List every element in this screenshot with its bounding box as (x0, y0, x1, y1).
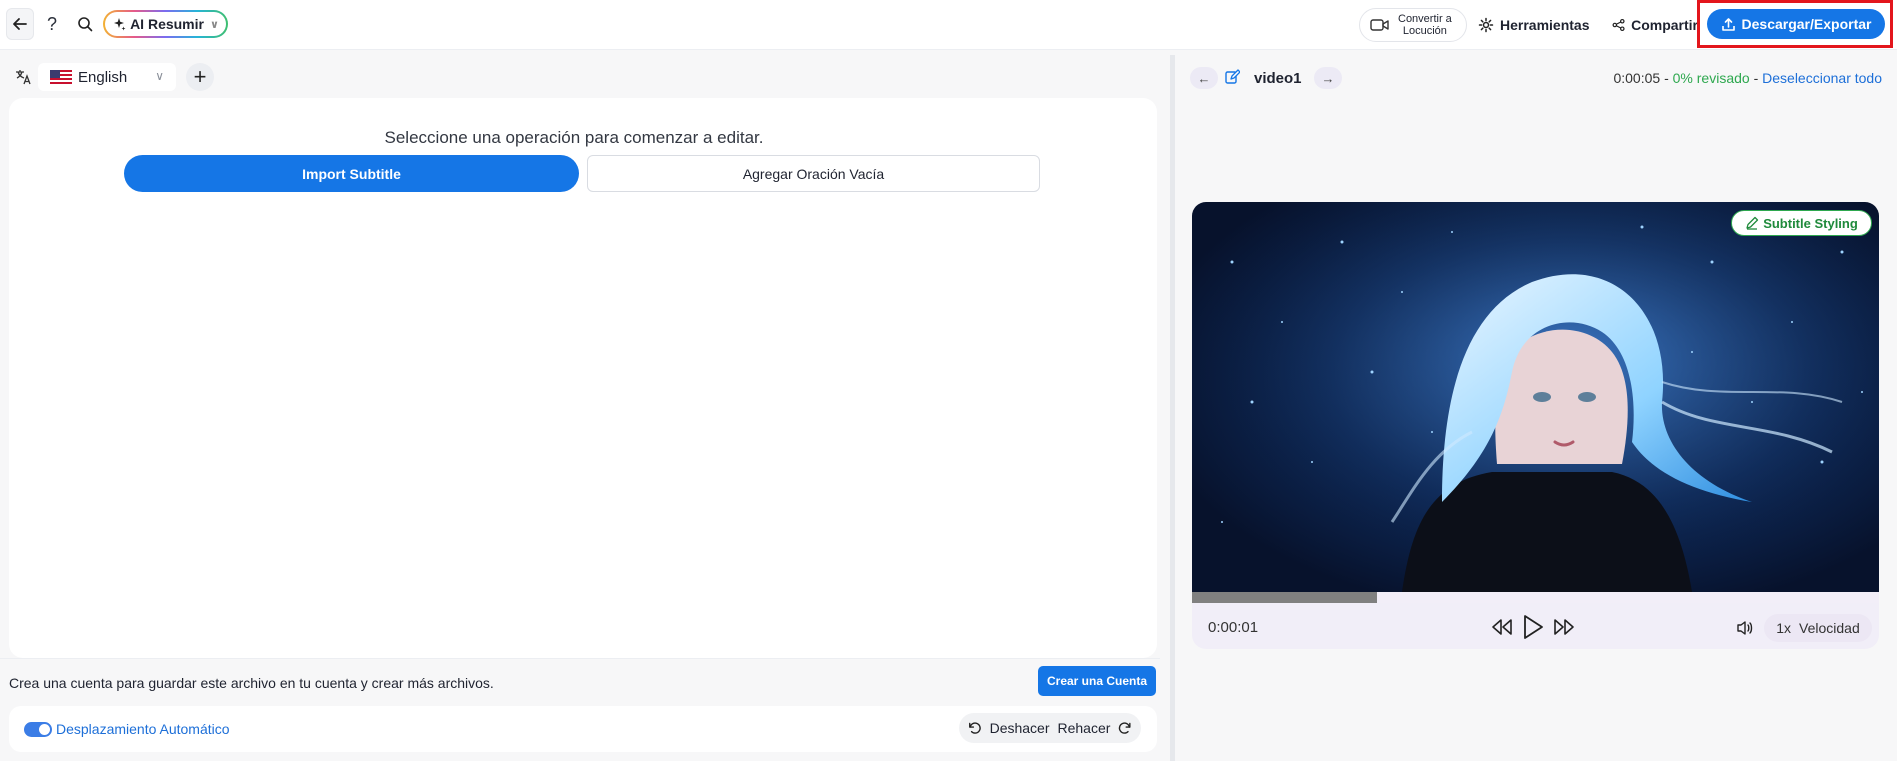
pencil-icon (1746, 216, 1759, 230)
video-progress-fill (1192, 592, 1378, 603)
subtitle-styling-button[interactable]: Subtitle Styling (1731, 210, 1872, 236)
search-button[interactable] (74, 12, 96, 36)
share-label: Compartir (1631, 17, 1698, 33)
volume-button[interactable] (1735, 618, 1755, 638)
undo-button[interactable]: Deshacer (990, 720, 1050, 736)
panel-divider[interactable] (1170, 55, 1175, 761)
undo-redo-group: Deshacer Rehacer (959, 713, 1141, 743)
chevron-down-icon: ∨ (209, 18, 219, 31)
language-selected: English (78, 68, 128, 86)
play-icon (1524, 615, 1543, 639)
rewind-button[interactable] (1490, 617, 1514, 637)
download-export-button[interactable]: Descargar/Exportar (1707, 9, 1885, 39)
volume-icon (1737, 621, 1753, 635)
us-flag-icon (50, 70, 72, 84)
fast-forward-button[interactable] (1552, 617, 1576, 637)
separator: - (1664, 70, 1669, 86)
autoscroll-toggle[interactable] (24, 722, 52, 737)
fast-forward-icon (1554, 619, 1574, 635)
gear-icon (1478, 17, 1494, 33)
ai-summarize-button[interactable]: AI Resumir ∨ (103, 10, 228, 38)
arrow-right-icon: → (1321, 70, 1335, 86)
video-camera-icon (1370, 19, 1389, 31)
toggle-knob (39, 724, 50, 735)
import-subtitle-button[interactable]: Import Subtitle (124, 155, 579, 192)
speed-value: 1x (1776, 620, 1792, 636)
next-video-button[interactable]: → (1314, 67, 1342, 89)
undo-icon[interactable] (967, 720, 982, 736)
video-player (1192, 202, 1879, 649)
share-button[interactable]: Compartir (1612, 14, 1698, 36)
chevron-down-icon: ∨ (155, 69, 164, 83)
tools-button[interactable]: Herramientas (1478, 14, 1590, 36)
separator: - (1753, 70, 1759, 86)
upload-icon (1721, 17, 1735, 31)
language-select[interactable]: English ∨ (38, 63, 176, 91)
export-label: Descargar/Exportar (1741, 16, 1872, 32)
edit-icon (1225, 69, 1241, 84)
convert-label-line1: Convertir a (1398, 13, 1452, 25)
back-button[interactable] (6, 8, 34, 40)
playback-controls (1490, 613, 1576, 641)
search-icon (78, 17, 93, 32)
video-frame[interactable] (1192, 202, 1879, 592)
tools-label: Herramientas (1500, 17, 1590, 33)
translate-icon (14, 68, 32, 86)
create-account-button[interactable]: Crear una Cuenta (1038, 666, 1156, 696)
help-button[interactable]: ? (42, 10, 62, 38)
arrow-left-icon (13, 18, 27, 30)
speed-button[interactable]: 1x Velocidad (1764, 614, 1872, 642)
current-time: 0:00:01 (1208, 619, 1259, 636)
account-message: Crea una cuenta para guardar este archiv… (9, 675, 494, 691)
arrow-left-icon: ← (1197, 70, 1211, 86)
previous-video-button[interactable]: ← (1190, 67, 1218, 89)
sparkle-icon (114, 18, 126, 31)
video-thumbnail-art (1192, 202, 1879, 592)
video-duration: 0:00:05 (1613, 70, 1661, 86)
video-status-line: 0:00:05 - 0% revisado - Deseleccionar to… (1613, 70, 1882, 86)
convert-label-line2: Locución (1402, 25, 1447, 37)
redo-icon[interactable] (1118, 720, 1133, 736)
ai-summarize-label: AI Resumir (130, 16, 204, 32)
editor-prompt: Seleccione una operación para comenzar a… (384, 128, 764, 147)
video-progress-bar[interactable] (1192, 592, 1879, 603)
deselect-all-link[interactable]: Deseleccionar todo (1762, 70, 1882, 86)
subtitle-styling-label: Subtitle Styling (1763, 215, 1858, 231)
play-button[interactable] (1522, 614, 1544, 640)
video-title: video1 (1254, 70, 1302, 87)
add-empty-sentence-button[interactable]: Agregar Oración Vacía (587, 155, 1040, 192)
reviewed-status: 0% revisado (1672, 70, 1750, 86)
convert-to-voiceover-button[interactable]: Convertir a Locución (1359, 8, 1467, 42)
add-language-button[interactable]: + (186, 63, 214, 91)
edit-title-button[interactable] (1224, 69, 1242, 87)
rewind-icon (1492, 619, 1512, 635)
redo-button[interactable]: Rehacer (1058, 720, 1111, 736)
plus-icon: + (193, 64, 207, 89)
autoscroll-label: Desplazamiento Automático (56, 721, 230, 737)
help-icon: ? (46, 13, 57, 34)
share-icon (1612, 18, 1625, 32)
speed-label: Velocidad (1799, 620, 1860, 636)
